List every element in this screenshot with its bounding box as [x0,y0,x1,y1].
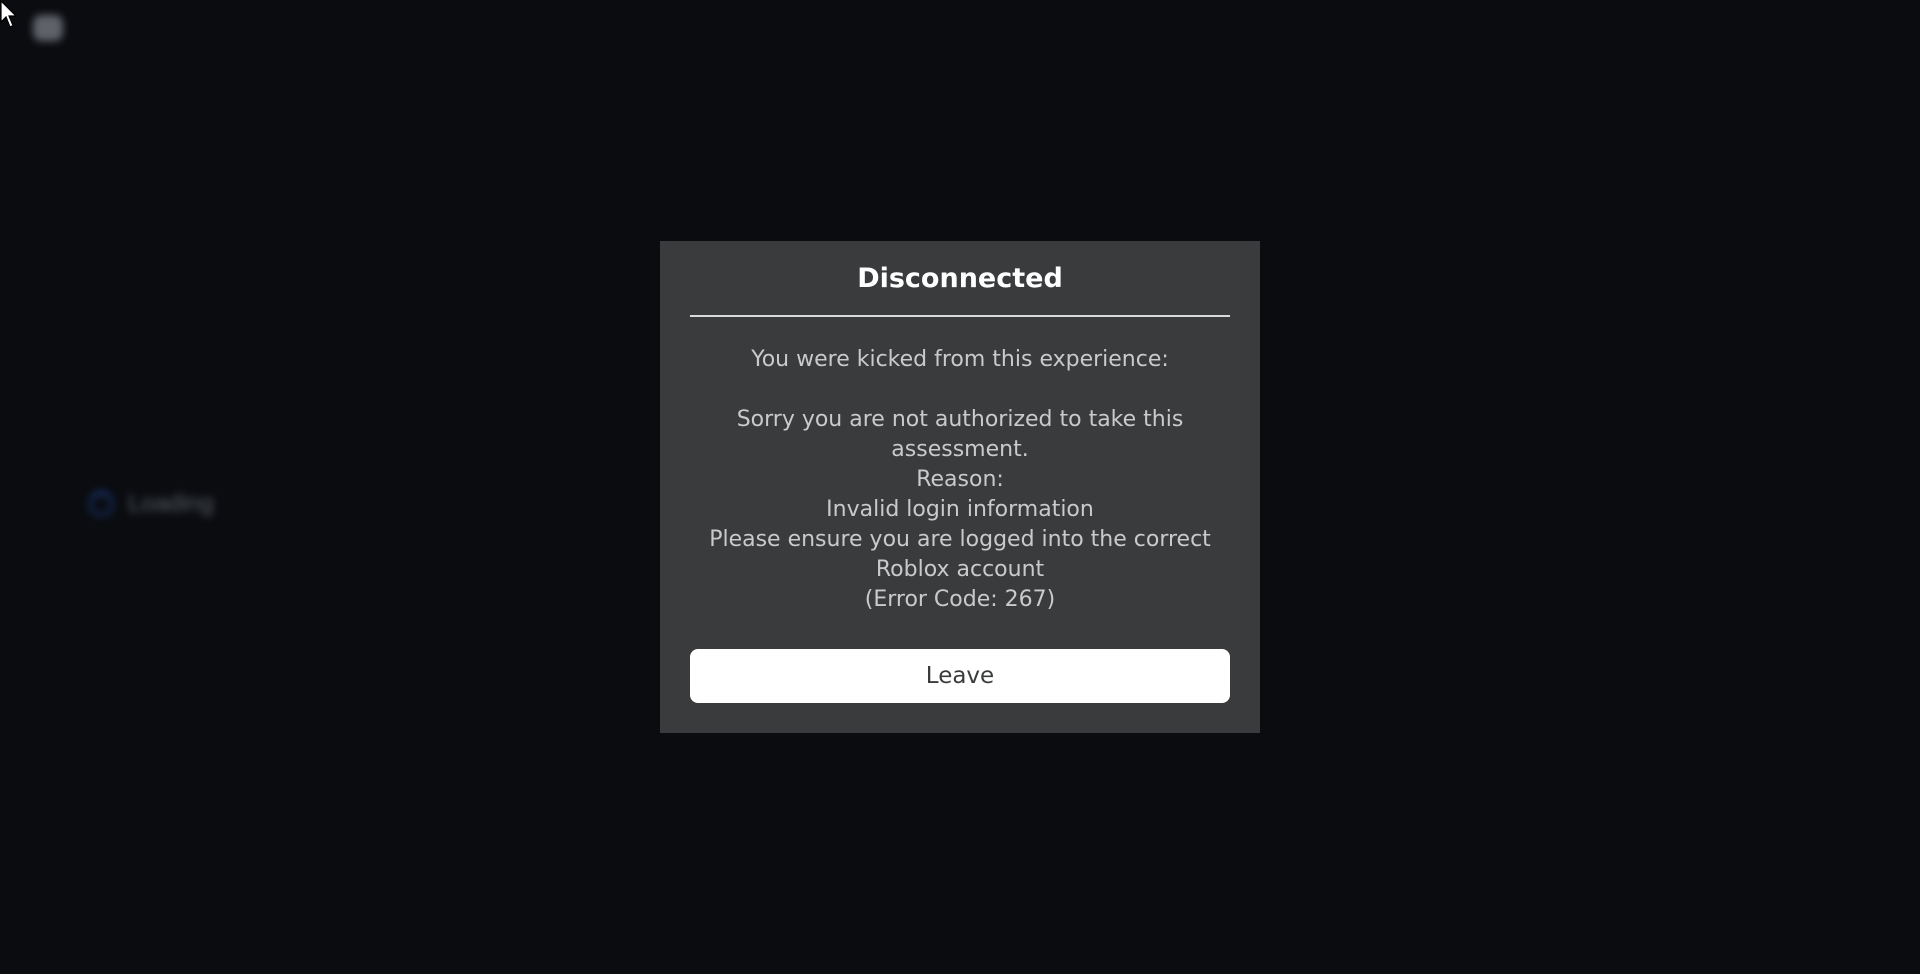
loading-indicator: Loading [88,487,213,521]
game-screen: Loading Disconnected You were kicked fro… [0,0,1920,974]
dialog-message: You were kicked from this experience: So… [690,345,1230,615]
message-line: Reason: [916,467,1004,492]
disconnected-dialog: Disconnected You were kicked from this e… [660,241,1260,733]
message-line: Please ensure you are logged into the co… [709,527,1211,552]
message-line: Roblox account [875,557,1045,582]
mouse-pointer-icon [0,0,18,28]
message-line: You were kicked from this experience: [751,347,1169,372]
loading-label: Loading [128,490,214,517]
error-code: (Error Code: 267) [864,587,1056,612]
message-line: Sorry you are not authorized to take thi… [736,407,1184,432]
message-line: Invalid login information [826,497,1094,522]
leave-button[interactable]: Leave [690,649,1230,703]
message-line: assessment. [891,437,1029,462]
roblox-menu-icon[interactable] [33,15,63,41]
dialog-title: Disconnected [690,241,1230,317]
loading-spinner-icon [88,491,114,517]
